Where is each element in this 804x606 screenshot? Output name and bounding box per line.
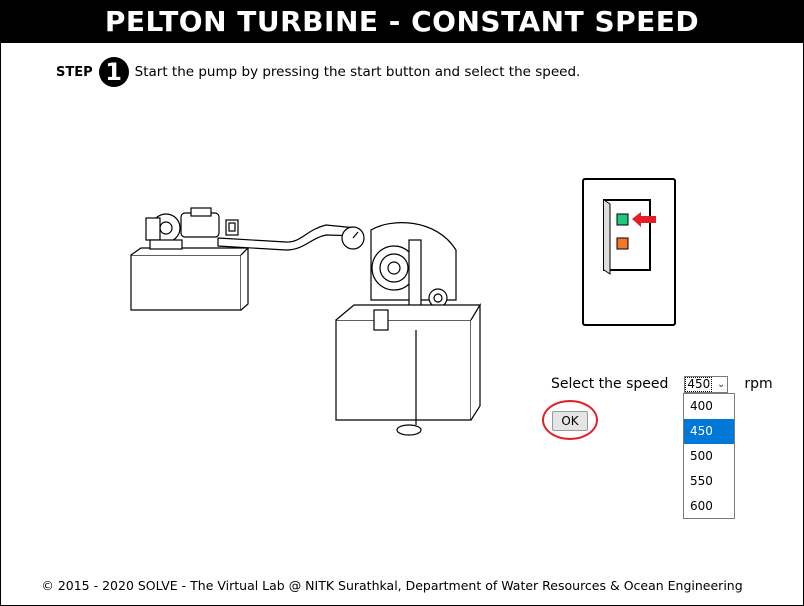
control-box-illustration xyxy=(603,199,656,275)
pelton-turbine-illustration xyxy=(130,207,482,436)
speed-selected-value: 450 xyxy=(685,376,713,392)
speed-option[interactable]: 450 xyxy=(684,419,734,444)
chevron-down-icon: ⌄ xyxy=(716,378,726,390)
speed-label: Select the speed xyxy=(551,376,669,392)
ok-button[interactable]: OK xyxy=(552,411,588,431)
speed-option[interactable]: 550 xyxy=(684,469,734,494)
step-instruction-row: STEP 1 Start the pump by pressing the st… xyxy=(56,57,580,87)
speed-option[interactable]: 500 xyxy=(684,444,734,469)
pump-start-button[interactable] xyxy=(616,213,629,226)
pump-stop-button[interactable] xyxy=(616,237,629,250)
speed-option[interactable]: 400 xyxy=(684,394,734,419)
footer-credits: © 2015 - 2020 SOLVE - The Virtual Lab @ … xyxy=(41,578,743,593)
page-title: PELTON TURBINE - CONSTANT SPEED xyxy=(1,1,803,43)
speed-select[interactable]: 450 ⌄ xyxy=(684,375,729,393)
step-label: STEP xyxy=(56,64,93,80)
step-number-badge: 1 xyxy=(98,57,129,87)
speed-dropdown-list: 400 450 500 550 600 xyxy=(683,393,735,519)
pump-control-panel xyxy=(582,178,676,326)
speed-selection-row: Select the speed 450 ⌄ rpm xyxy=(551,374,773,394)
speed-unit-label: rpm xyxy=(744,376,773,392)
speed-option[interactable]: 600 xyxy=(684,494,734,519)
step-instruction: Start the pump by pressing the start but… xyxy=(134,64,581,80)
